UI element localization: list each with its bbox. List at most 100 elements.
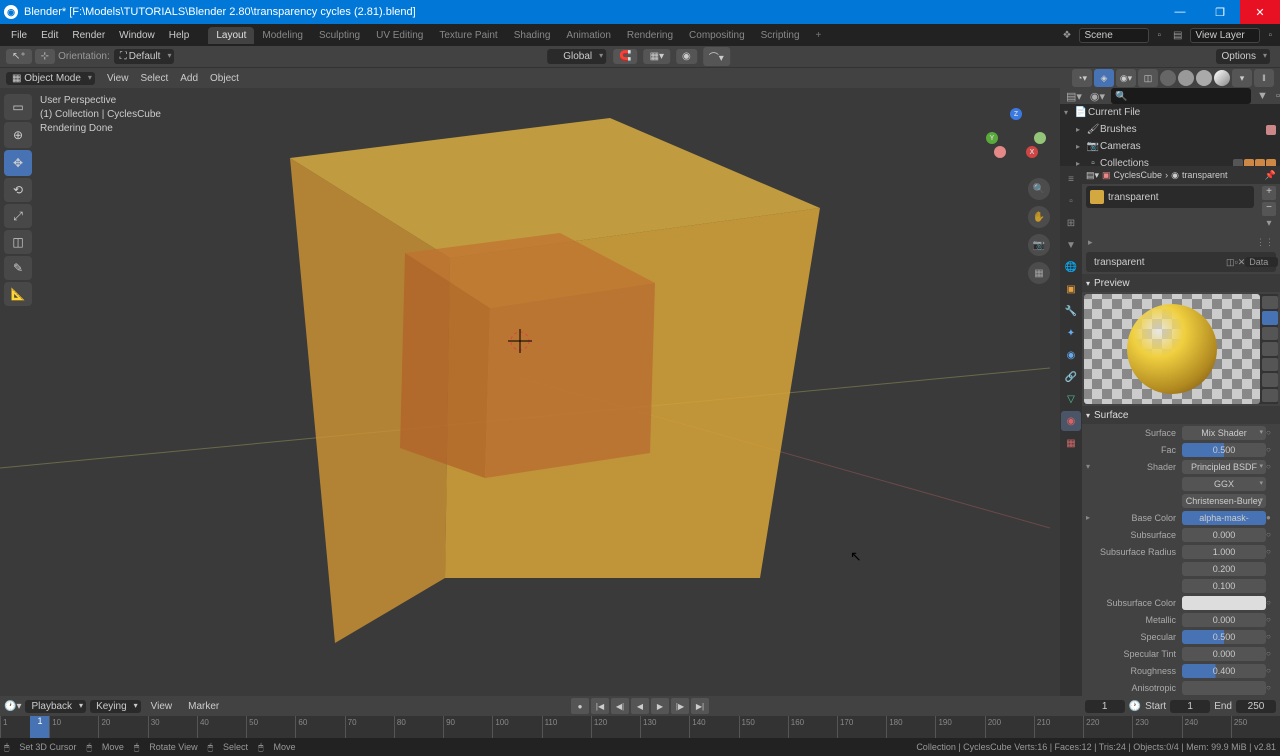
material-slot[interactable]: transparent — [1086, 186, 1254, 208]
outliner-search[interactable] — [1111, 88, 1251, 104]
ptab-physics[interactable]: ◉ — [1061, 345, 1081, 365]
slot-add-button[interactable]: + — [1262, 186, 1276, 200]
pin-icon[interactable]: 📌 — [1265, 170, 1276, 181]
ptab-mesh[interactable]: ▽ — [1061, 389, 1081, 409]
layer-field[interactable] — [1190, 28, 1260, 43]
play-reverse-icon[interactable]: ◀ — [631, 698, 649, 714]
spectint-field[interactable]: 0.000 — [1182, 647, 1266, 661]
slot-remove-button[interactable]: − — [1262, 202, 1276, 216]
overlay-dropdown-icon[interactable]: ◔▾ — [1072, 69, 1092, 87]
proportional-type-icon[interactable]: ⌒▾ — [703, 47, 730, 66]
tab-shading[interactable]: Shading — [506, 27, 559, 44]
jump-start-icon[interactable]: |◀ — [591, 698, 609, 714]
pan-icon[interactable]: ✋ — [1028, 206, 1050, 228]
roughness-slider[interactable]: 0.400 — [1182, 664, 1266, 678]
pause-render-icon[interactable]: ‖ — [1254, 69, 1274, 87]
ptab-output[interactable]: ▫ — [1061, 191, 1081, 211]
tab-scripting[interactable]: Scripting — [753, 27, 808, 44]
snap-type-icon[interactable]: ▦▾ — [644, 49, 670, 64]
outliner-new-icon[interactable]: ▫ — [1274, 90, 1280, 102]
timeline-marker[interactable]: Marker — [182, 701, 225, 712]
surface-shader-dropdown[interactable]: Mix Shader — [1182, 426, 1266, 440]
fac-slider[interactable]: 0.500 — [1182, 443, 1266, 457]
distribution-dropdown[interactable]: GGX — [1182, 477, 1266, 491]
shading-rendered-icon[interactable] — [1214, 70, 1230, 86]
zoom-icon[interactable]: 🔍 — [1028, 178, 1050, 200]
maximize-button[interactable]: ❐ — [1200, 0, 1240, 24]
tab-layout[interactable]: Layout — [208, 27, 254, 44]
tool-cursor[interactable]: ⊕ — [4, 122, 32, 148]
subsurface-field[interactable]: 0.000 — [1182, 528, 1266, 542]
3d-menu-view[interactable]: View — [101, 73, 135, 84]
next-key-icon[interactable]: |▶ — [671, 698, 689, 714]
material-browse-icon[interactable]: ◫ — [1226, 257, 1235, 268]
tool-rotate[interactable]: ⟲ — [4, 178, 32, 202]
properties-body[interactable]: ▤▾▣CyclesCube›◉transparent 📌 transparent… — [1082, 166, 1280, 696]
tool-measure[interactable]: 📐 — [4, 282, 32, 306]
menu-render[interactable]: Render — [65, 30, 112, 41]
nav-gizmo[interactable]: Z Y X — [986, 108, 1046, 168]
preview-sphere-icon[interactable] — [1262, 311, 1278, 324]
3d-menu-add[interactable]: Add — [174, 73, 204, 84]
timeline-view[interactable]: View — [145, 701, 179, 712]
start-frame[interactable]: 1 — [1170, 700, 1210, 713]
ptab-scene[interactable]: ▼ — [1061, 235, 1081, 255]
material-name-field[interactable] — [1094, 257, 1226, 268]
ptab-world[interactable]: 🌐 — [1061, 257, 1081, 277]
tool-move[interactable]: ✥ — [4, 150, 32, 176]
proportional-icon[interactable]: ◉ — [676, 49, 697, 64]
transform-dropdown[interactable]: Global — [547, 49, 606, 64]
options-dropdown[interactable]: Options — [1216, 49, 1270, 64]
preview-flat-icon[interactable] — [1262, 296, 1278, 309]
ptab-modifier[interactable]: 🔧 — [1061, 301, 1081, 321]
layer-icon[interactable]: ▤ — [1169, 28, 1186, 43]
playback-dropdown[interactable]: Playback — [25, 700, 86, 713]
play-icon[interactable]: ▶ — [651, 698, 669, 714]
slot-nav[interactable]: ▸⋮⋮ — [1082, 234, 1280, 250]
outliner[interactable]: ▾📄Current File ▸🖌Brushes ▸📷Cameras ▸▫Col… — [1060, 104, 1280, 166]
tab-sculpting[interactable]: Sculpting — [311, 27, 368, 44]
ptab-texture[interactable]: ▦ — [1061, 433, 1081, 453]
tab-modeling[interactable]: Modeling — [254, 27, 311, 44]
tool-select-box[interactable]: ▭ — [4, 94, 32, 120]
tool-transform[interactable]: ◫ — [4, 230, 32, 254]
jump-end-icon[interactable]: ▶| — [691, 698, 709, 714]
menu-edit[interactable]: Edit — [34, 30, 65, 41]
preview-cube-icon[interactable] — [1262, 327, 1278, 340]
new-scene-icon[interactable]: ▫ — [1153, 28, 1165, 43]
tool-annotate[interactable]: ✎ — [4, 256, 32, 280]
tab-compositing[interactable]: Compositing — [681, 27, 753, 44]
frame-lock-icon[interactable]: 🕐 — [1129, 701, 1141, 712]
ptab-view[interactable]: ⊞ — [1061, 213, 1081, 233]
timeline-editor-icon[interactable]: 🕐▾ — [4, 701, 21, 712]
tab-add[interactable]: + — [808, 27, 830, 44]
overlay-icon[interactable]: ◉▾ — [1116, 69, 1136, 87]
metallic-field[interactable]: 0.000 — [1182, 613, 1266, 627]
orientation-dropdown[interactable]: ⛶Default — [114, 49, 175, 64]
outliner-display-icon[interactable]: ◉▾ — [1088, 90, 1107, 103]
end-frame[interactable]: 250 — [1236, 700, 1276, 713]
cursor-tool-icon[interactable]: ↖⁺ — [6, 49, 32, 64]
specular-slider[interactable]: 0.500 — [1182, 630, 1266, 644]
ptab-particle[interactable]: ✦ — [1061, 323, 1081, 343]
ortho-icon[interactable]: ▦ — [1028, 262, 1050, 284]
preview-shaderball-icon[interactable] — [1262, 358, 1278, 371]
xray-icon[interactable]: ◫ — [1138, 69, 1158, 87]
material-unlink-icon[interactable]: ✕ — [1238, 257, 1246, 268]
shading-solid-icon[interactable] — [1178, 70, 1194, 86]
snap-icon[interactable]: 🧲 — [613, 49, 637, 64]
shading-wire-icon[interactable] — [1160, 70, 1176, 86]
current-frame[interactable]: 1 — [1085, 700, 1125, 713]
tab-rendering[interactable]: Rendering — [619, 27, 681, 44]
autokey-icon[interactable]: ● — [571, 698, 589, 714]
outliner-editor-icon[interactable]: ▤▾ — [1064, 90, 1084, 103]
ptab-object[interactable]: ▣ — [1061, 279, 1081, 299]
menu-window[interactable]: Window — [112, 30, 162, 41]
ssradius-3[interactable]: 0.100 — [1182, 579, 1266, 593]
preview-fluid-icon[interactable] — [1262, 389, 1278, 402]
ssradius-1[interactable]: 1.000 — [1182, 545, 1266, 559]
3d-viewport[interactable]: User Perspective (1) Collection | Cycles… — [0, 88, 1060, 696]
ptab-render[interactable]: ≡ — [1061, 169, 1081, 189]
3d-menu-select[interactable]: Select — [134, 73, 174, 84]
keying-dropdown[interactable]: Keying — [90, 700, 141, 713]
